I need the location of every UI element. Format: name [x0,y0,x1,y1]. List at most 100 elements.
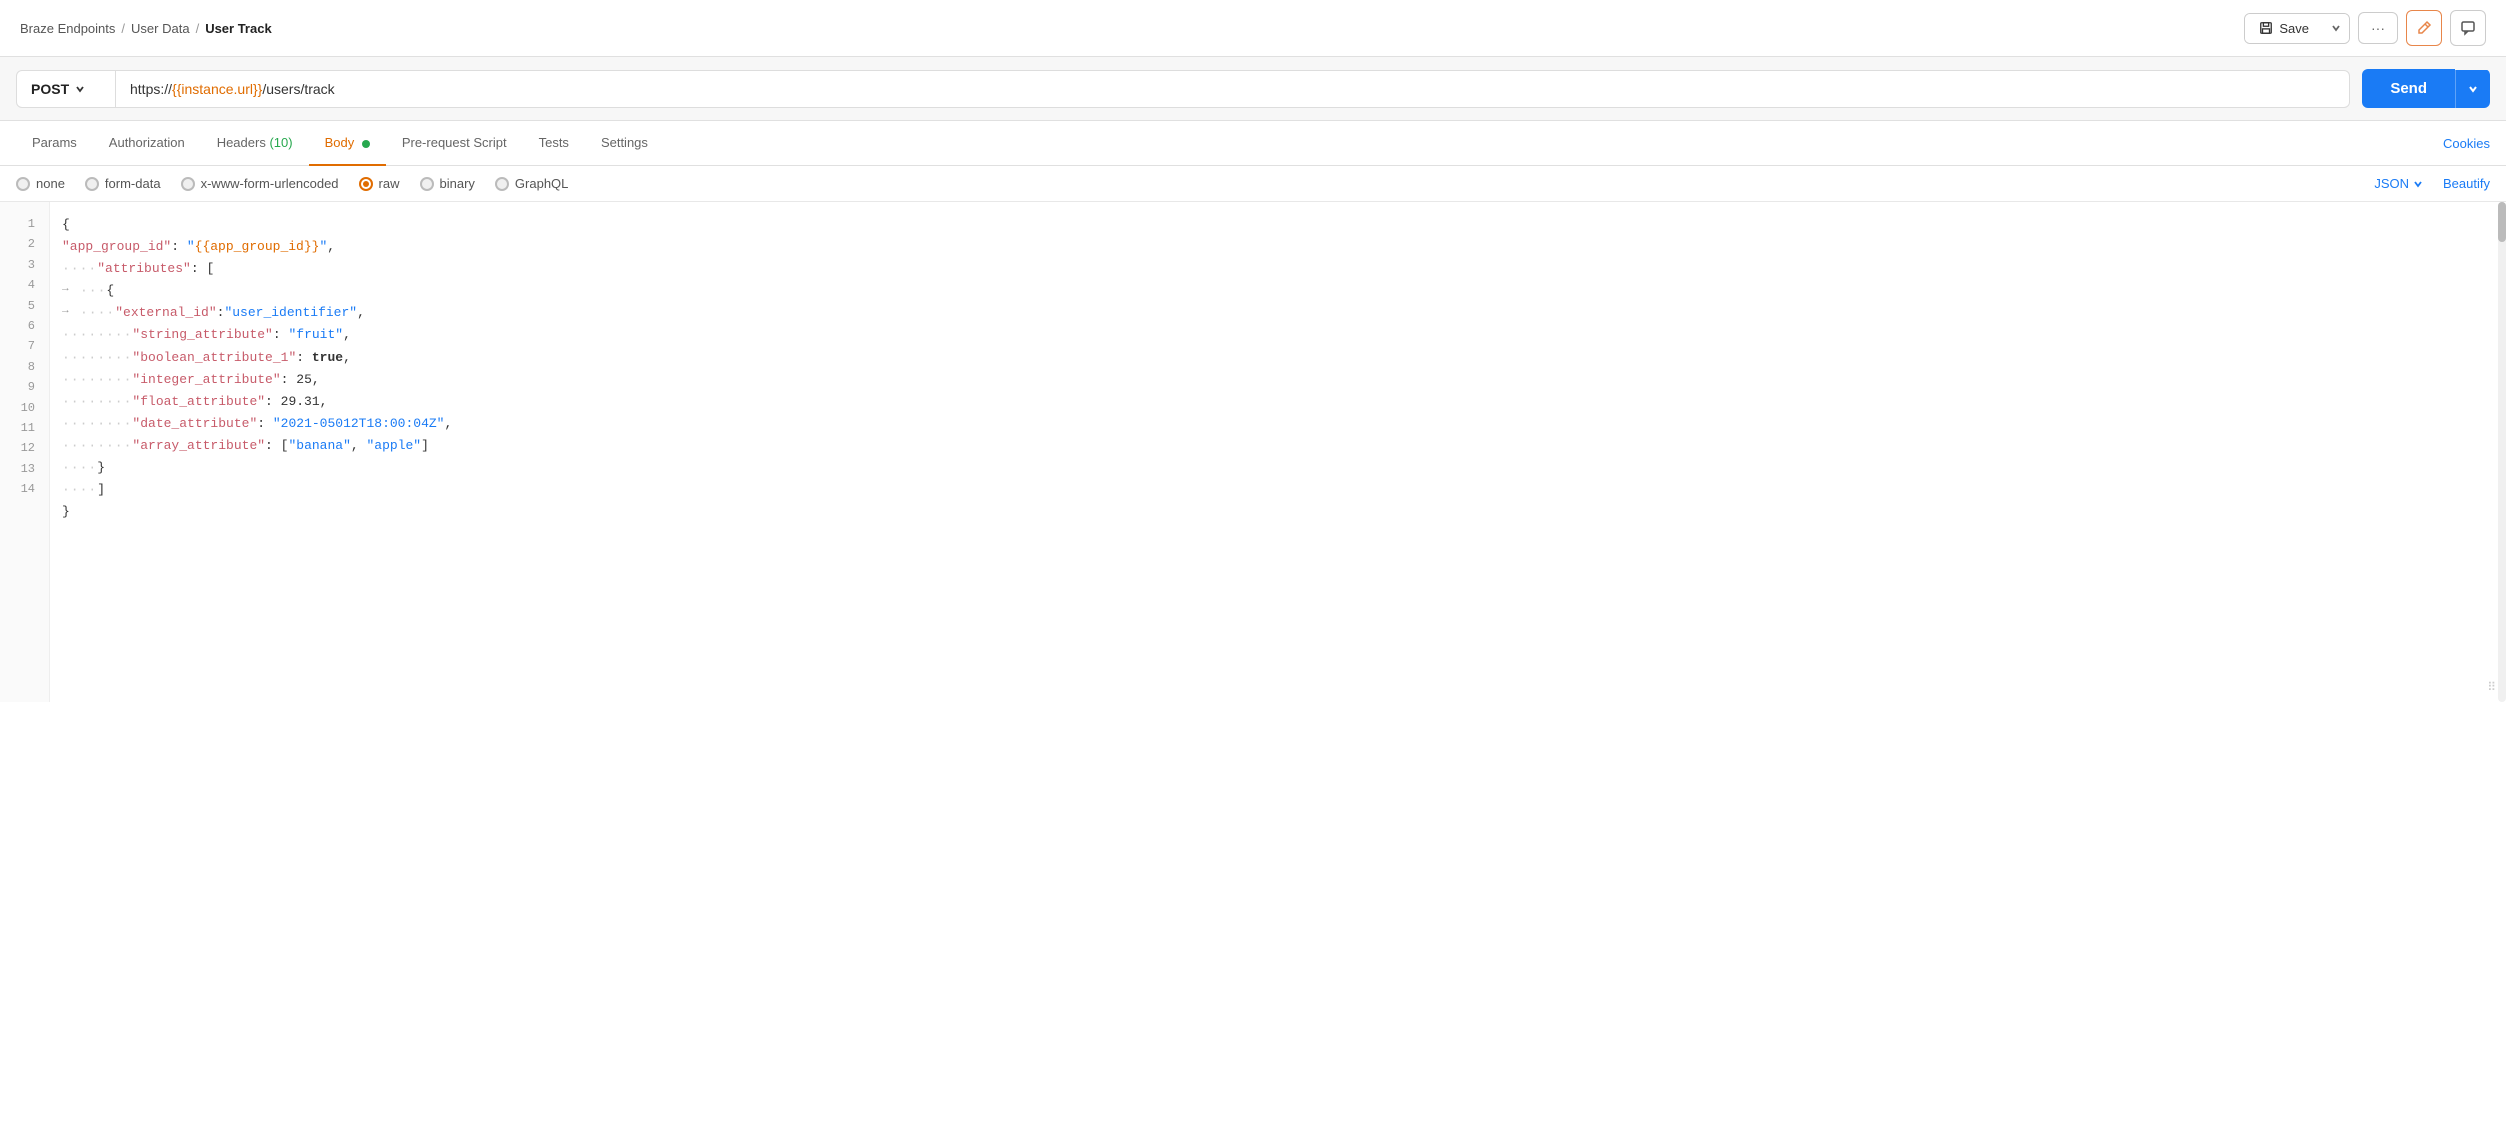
key-array-attr: "array_attribute" [132,435,265,457]
label-urlencoded: x-www-form-urlencoded [201,176,339,191]
url-suffix: /users/track [262,81,334,97]
tab-params-label: Params [32,135,77,150]
top-bar-actions: Save ··· [2244,10,2486,46]
code-line-12: ····} [62,457,2506,479]
chevron-down-icon [2331,23,2341,33]
code-line-1: { [62,214,2506,236]
breadcrumb: Braze Endpoints / User Data / User Track [20,21,272,36]
val-array-apple: "apple" [367,435,422,457]
radio-graphql [495,177,509,191]
method-select[interactable]: POST [16,70,116,108]
body-active-dot [362,140,370,148]
tab-body-label: Body [325,135,355,150]
line-numbers: 1 2 3 4 5 6 7 8 9 10 11 12 13 14 [0,202,50,702]
tab-settings-label: Settings [601,135,648,150]
radio-form-data [85,177,99,191]
code-line-9: ········"float_attribute": 29.31, [62,391,2506,413]
val-float-attr: 29.31 [281,391,320,413]
line-num-4: 4 [0,275,49,295]
radio-none [16,177,30,191]
line-num-1: 1 [0,214,49,234]
save-chevron-button[interactable] [2323,14,2349,43]
label-raw: raw [379,176,400,191]
tab-settings[interactable]: Settings [585,121,664,166]
code-line-3: ····"attributes": [ [62,258,2506,280]
code-line-10: ········"date_attribute": "2021-05012T18… [62,413,2506,435]
tab-tests[interactable]: Tests [523,121,585,166]
body-option-graphql[interactable]: GraphQL [495,176,568,191]
tab-pre-request-label: Pre-request Script [402,135,507,150]
resize-handle[interactable]: ⠿ [2487,678,2496,698]
save-button[interactable]: Save [2245,14,2323,43]
val-external-id: "user_identifier" [224,302,357,324]
url-bar: POST https://{{instance.url}}/users/trac… [0,57,2506,121]
key-date-attr: "date_attribute" [132,413,257,435]
key-app-group-id: "app_group_id" [62,236,171,258]
body-option-urlencoded[interactable]: x-www-form-urlencoded [181,176,339,191]
send-chevron-button[interactable] [2455,70,2490,108]
label-binary: binary [440,176,475,191]
breadcrumb-part1[interactable]: Braze Endpoints [20,21,115,36]
scrollbar-thumb[interactable] [2498,202,2506,242]
cookies-link[interactable]: Cookies [2443,136,2490,151]
code-line-6: ········"string_attribute": "fruit", [62,324,2506,346]
code-content[interactable]: { "app_group_id": "{{app_group_id}}", ··… [50,202,2506,702]
save-label: Save [2279,21,2309,36]
body-option-form-data[interactable]: form-data [85,176,161,191]
url-template: {{instance.url}} [172,81,262,97]
val-int-attr: 25 [296,369,312,391]
tab-body[interactable]: Body [309,121,386,166]
body-option-binary[interactable]: binary [420,176,475,191]
key-string-attr: "string_attribute" [132,324,272,346]
tab-headers[interactable]: Headers (10) [201,121,309,166]
url-prefix: https:// [130,81,172,97]
line-num-9: 9 [0,377,49,397]
val-app-group-id-prefix: " [187,236,195,258]
body-option-none[interactable]: none [16,176,65,191]
tabs-bar: Params Authorization Headers (10) Body P… [0,121,2506,166]
expand-arrow-5: → [62,302,80,321]
json-type-dropdown[interactable]: JSON [2374,176,2423,191]
method-label: POST [31,81,69,97]
radio-raw [359,177,373,191]
code-line-7: ········"boolean_attribute_1": true, [62,347,2506,369]
code-line-13: ····] [62,479,2506,501]
send-button[interactable]: Send [2362,69,2455,108]
line-num-6: 6 [0,316,49,336]
scrollbar-track[interactable] [2498,202,2506,702]
line-num-7: 7 [0,336,49,356]
line-num-11: 11 [0,418,49,438]
pencil-icon [2416,20,2432,36]
json-chevron-icon [2413,179,2423,189]
code-line-4: →···{ [62,280,2506,302]
method-chevron-icon [75,84,85,94]
breadcrumb-part2[interactable]: User Data [131,21,190,36]
bracket-open: [ [206,258,214,280]
body-option-raw[interactable]: raw [359,176,400,191]
comment-button[interactable] [2450,10,2486,46]
label-form-data: form-data [105,176,161,191]
key-int-attr: "integer_attribute" [132,369,280,391]
url-input[interactable]: https://{{instance.url}}/users/track [116,70,2350,108]
more-options-button[interactable]: ··· [2358,12,2398,44]
label-none: none [36,176,65,191]
tab-authorization[interactable]: Authorization [93,121,201,166]
code-line-2: "app_group_id": "{{app_group_id}}", [62,236,2506,258]
line-num-13: 13 [0,459,49,479]
line-num-5: 5 [0,296,49,316]
tab-params[interactable]: Params [16,121,93,166]
edit-button[interactable] [2406,10,2442,46]
send-button-group: Send [2362,69,2490,108]
code-editor[interactable]: 1 2 3 4 5 6 7 8 9 10 11 12 13 14 { "app_… [0,202,2506,702]
tab-pre-request[interactable]: Pre-request Script [386,121,523,166]
label-graphql: GraphQL [515,176,568,191]
tab-authorization-label: Authorization [109,135,185,150]
url-text: https://{{instance.url}}/users/track [130,81,2335,97]
beautify-button[interactable]: Beautify [2443,176,2490,191]
val-date-attr: "2021-05012T18:00:04Z" [273,413,445,435]
top-bar: Braze Endpoints / User Data / User Track… [0,0,2506,57]
key-float-attr: "float_attribute" [132,391,265,413]
tab-headers-label: Headers (10) [217,135,293,150]
line-num-10: 10 [0,398,49,418]
body-options: none form-data x-www-form-urlencoded raw… [0,166,2506,202]
